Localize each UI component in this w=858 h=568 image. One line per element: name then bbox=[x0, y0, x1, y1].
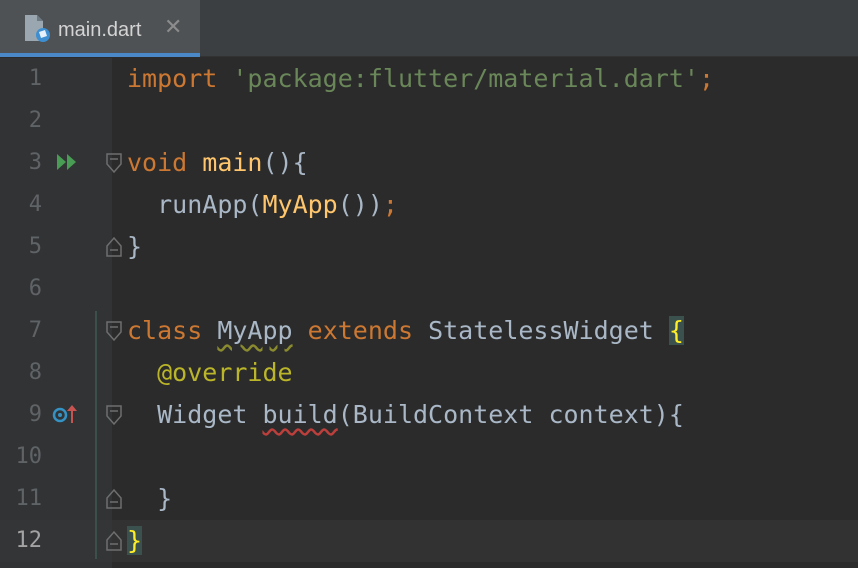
editor-tab-bar: main.dart ✕ bbox=[0, 0, 858, 57]
constructor-call: MyApp bbox=[262, 190, 338, 219]
code-line-5[interactable]: } bbox=[127, 226, 142, 268]
code-line-1[interactable]: import 'package:flutter/material.dart'; bbox=[127, 58, 714, 100]
current-line-number: 12 bbox=[15, 528, 43, 553]
code-text: Widget bbox=[157, 400, 263, 429]
class-name: MyApp bbox=[217, 316, 293, 345]
annotation: @override bbox=[157, 358, 293, 387]
keyword: void bbox=[127, 148, 188, 177]
scope-guide-line bbox=[95, 311, 97, 559]
code-line-8[interactable]: @override bbox=[127, 352, 293, 394]
line-number: 1 bbox=[28, 66, 42, 91]
fold-end-icon[interactable] bbox=[104, 529, 124, 553]
matched-brace: { bbox=[668, 316, 684, 345]
current-line-highlight bbox=[112, 520, 858, 562]
line-number: 5 bbox=[28, 234, 42, 259]
override-method-icon[interactable] bbox=[52, 402, 80, 426]
line-number: 8 bbox=[28, 360, 42, 385]
method-name-error: build bbox=[262, 400, 338, 429]
fold-end-icon[interactable] bbox=[104, 487, 124, 511]
semicolon: ; bbox=[698, 64, 715, 93]
close-icon[interactable]: ✕ bbox=[164, 14, 182, 42]
line-number: 9 bbox=[28, 402, 42, 427]
line-number: 2 bbox=[28, 108, 42, 133]
matched-brace: } bbox=[127, 526, 143, 555]
string-literal: 'package:flutter/material.dart' bbox=[232, 64, 699, 93]
run-icon[interactable] bbox=[56, 152, 80, 172]
closing-brace: } bbox=[127, 232, 143, 261]
fold-open-icon[interactable] bbox=[104, 151, 124, 175]
fold-open-icon[interactable] bbox=[104, 319, 124, 343]
line-number: 4 bbox=[28, 192, 42, 217]
line-number: 10 bbox=[15, 444, 43, 469]
code-line-11[interactable]: } bbox=[127, 478, 172, 520]
code-line-12[interactable]: } bbox=[127, 520, 143, 562]
code-text: (BuildContext context){ bbox=[337, 400, 684, 429]
function-name: main bbox=[202, 148, 263, 177]
code-line-7[interactable]: class MyApp extends StatelessWidget { bbox=[127, 310, 684, 352]
semicolon: ; bbox=[382, 190, 398, 219]
dart-file-icon bbox=[25, 15, 50, 42]
tab-title: main.dart bbox=[58, 19, 142, 41]
code-text: StatelessWidget bbox=[413, 316, 669, 345]
fold-end-icon[interactable] bbox=[104, 235, 124, 259]
code-text: ()) bbox=[337, 190, 383, 219]
line-number: 3 bbox=[28, 150, 42, 175]
keyword: import bbox=[127, 64, 218, 93]
code-line-3[interactable]: void main(){ bbox=[127, 142, 308, 184]
keyword: extends bbox=[307, 316, 414, 345]
closing-brace: } bbox=[127, 484, 173, 513]
code-line-9[interactable]: Widget build(BuildContext context){ bbox=[127, 394, 684, 436]
tab-main-dart[interactable]: main.dart ✕ bbox=[0, 0, 200, 57]
code-text: runApp( bbox=[157, 190, 263, 219]
code-line-4[interactable]: runApp(MyApp()); bbox=[127, 184, 398, 226]
line-number: 6 bbox=[28, 276, 42, 301]
code-text: (){ bbox=[262, 148, 308, 177]
line-number: 11 bbox=[15, 486, 43, 511]
line-number: 7 bbox=[28, 318, 42, 343]
active-tab-indicator bbox=[0, 53, 200, 57]
fold-open-icon[interactable] bbox=[104, 403, 124, 427]
keyword: class bbox=[127, 316, 203, 345]
